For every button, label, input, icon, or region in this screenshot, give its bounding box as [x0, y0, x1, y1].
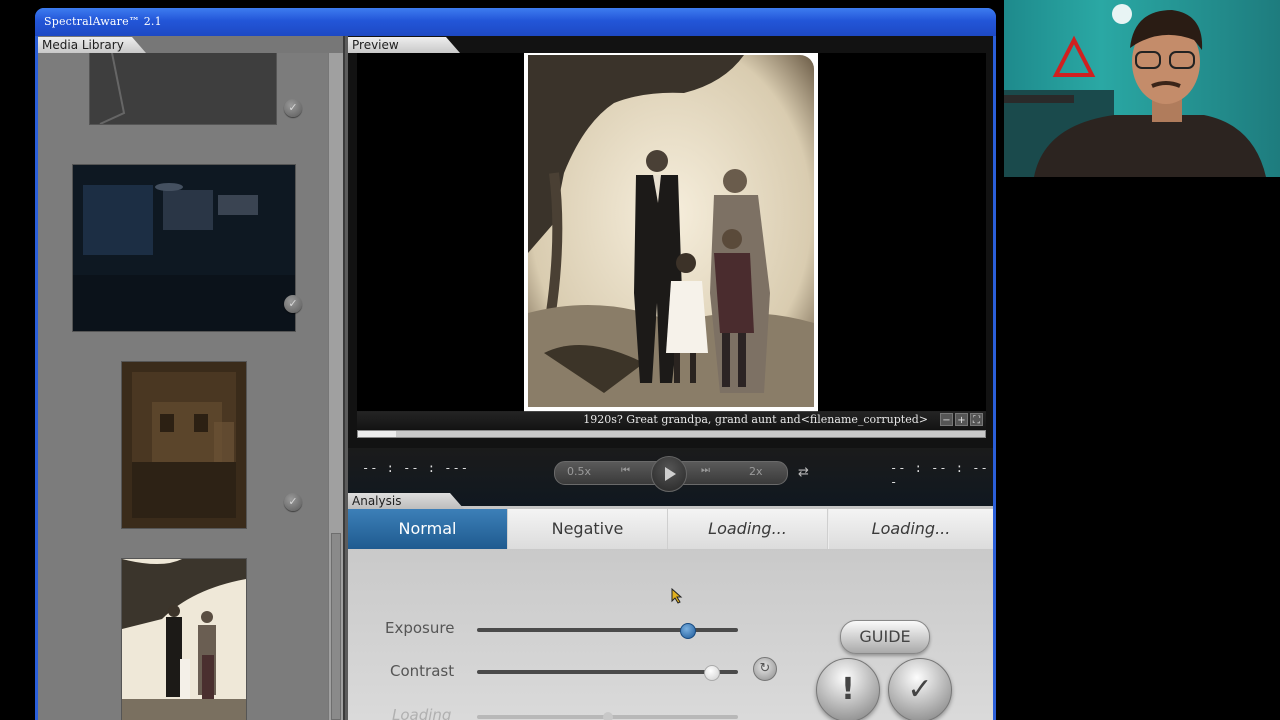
mouse-cursor-icon [671, 588, 683, 604]
analysis-panel: Analysis Normal Negative Loading... Load… [348, 506, 993, 720]
zoom-in-button[interactable]: + [955, 413, 968, 426]
prev-frame-icon[interactable]: ⏮ [621, 465, 630, 476]
window-title: SpectralAware™ 2.1 [44, 15, 162, 28]
library-check-2[interactable]: ✓ [284, 295, 302, 313]
fullscreen-icon[interactable]: ⛶ [970, 413, 983, 426]
media-library-panel: Media Library ✓ ✓ ✓ [38, 36, 345, 720]
preview-photo [524, 53, 818, 412]
library-thumb-4[interactable] [122, 559, 246, 720]
alert-button[interactable]: ! [816, 658, 880, 720]
title-bar[interactable]: SpectralAware™ 2.1 [35, 8, 996, 36]
time-elapsed: -- : -- : --- [362, 461, 469, 475]
play-icon [665, 467, 676, 481]
analysis-label: Analysis [348, 493, 464, 509]
library-scroll-thumb[interactable] [331, 533, 341, 720]
zoom-out-button[interactable]: − [940, 413, 953, 426]
tab-loading-1[interactable]: Loading... [668, 509, 828, 549]
contrast-slider[interactable] [477, 665, 738, 681]
media-library-label: Media Library [38, 37, 146, 53]
contrast-slider-knob[interactable] [703, 665, 720, 681]
reset-icon[interactable]: ↻ [753, 657, 777, 681]
loop-icon[interactable]: ⇄ [798, 465, 809, 480]
confirm-button[interactable]: ✓ [888, 658, 952, 720]
next-frame-icon[interactable]: ⏭ [701, 465, 710, 476]
library-check-1[interactable]: ✓ [284, 99, 302, 117]
library-thumb-2[interactable] [73, 165, 295, 331]
loading-slider-knob [602, 712, 613, 720]
preview-panel: Preview 1920s? Great grandpa, grand aunt… [348, 36, 993, 506]
analysis-tabs: Normal Negative Loading... Loading... [348, 509, 993, 549]
library-thumb-3[interactable] [122, 362, 246, 528]
playback-progress-fill [358, 431, 396, 437]
library-scrollbar[interactable] [329, 53, 343, 720]
preview-label: Preview [348, 37, 460, 53]
contrast-label: Contrast [390, 662, 455, 680]
loading-slider [477, 712, 738, 720]
app-client-area: Media Library ✓ ✓ ✓ Preview 1920s? Great… [38, 36, 993, 720]
preview-viewport[interactable] [357, 53, 986, 412]
exposure-slider-knob[interactable] [680, 623, 697, 639]
webcam-overlay [1004, 0, 1280, 177]
caption-bar: 1920s? Great grandpa, grand aunt and<fil… [357, 411, 986, 429]
app-window: SpectralAware™ 2.1 Media Library ✓ ✓ ✓ P… [35, 8, 996, 720]
transport-controls: 0.5x ⏮ ⏭ 2x [554, 456, 788, 492]
play-button[interactable] [651, 456, 687, 492]
library-thumb-1[interactable] [90, 53, 276, 124]
loading-label: Loading [392, 706, 452, 720]
tab-negative[interactable]: Negative [508, 509, 668, 549]
library-check-3[interactable]: ✓ [284, 493, 302, 511]
speed-half-button[interactable]: 0.5x [567, 465, 591, 478]
photo-caption: 1920s? Great grandpa, grand aunt and<fil… [583, 413, 928, 426]
speed-double-button[interactable]: 2x [749, 465, 763, 478]
tab-loading-2[interactable]: Loading... [829, 509, 993, 549]
exposure-slider[interactable] [477, 623, 738, 639]
media-library-list: ✓ ✓ ✓ [38, 53, 328, 720]
tab-normal[interactable]: Normal [348, 509, 508, 549]
time-total: -- : -- : --- [890, 461, 989, 489]
guide-button[interactable]: GUIDE [840, 620, 930, 654]
playback-progress[interactable] [357, 430, 986, 438]
exposure-label: Exposure [385, 619, 455, 637]
